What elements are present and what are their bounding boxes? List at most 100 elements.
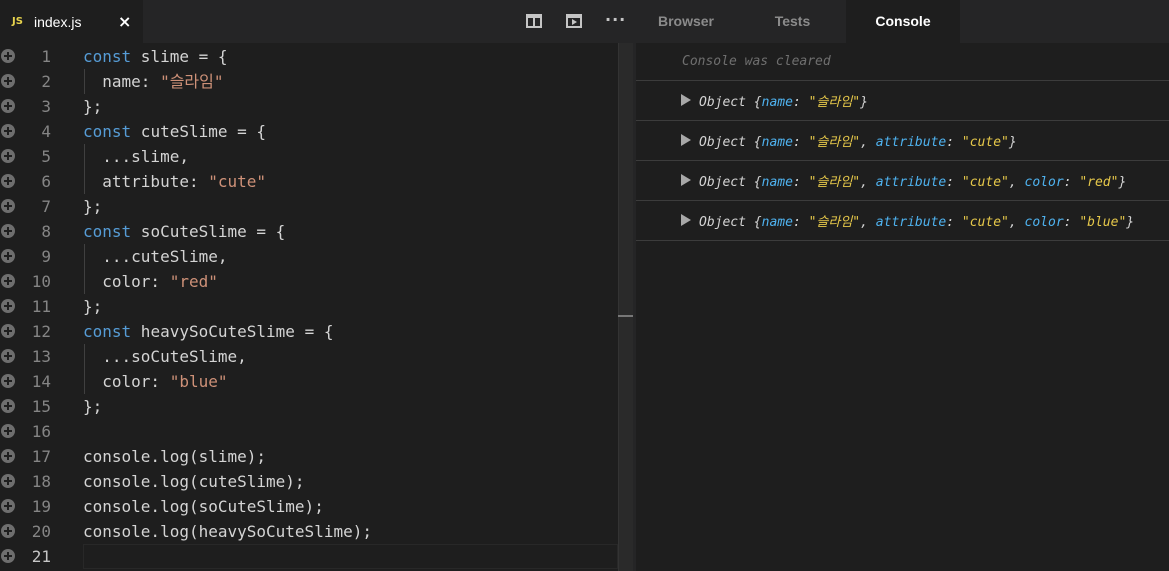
line-number: 7 xyxy=(41,197,51,216)
expand-triangle-icon[interactable] xyxy=(681,214,691,226)
code-line[interactable]: 8 const soCuteSlime = { xyxy=(0,219,618,244)
code-line[interactable]: 11}; xyxy=(0,294,618,319)
open-preview-icon[interactable] xyxy=(565,12,583,30)
code-token: "blue" xyxy=(169,372,228,391)
more-actions-icon[interactable]: ··· xyxy=(605,10,627,29)
tab-tests[interactable]: Tests xyxy=(745,0,840,43)
expand-triangle-icon[interactable] xyxy=(681,134,691,146)
editor-scrollbar[interactable] xyxy=(618,43,633,571)
console-token: "cute" xyxy=(961,175,1009,190)
code-line[interactable]: 20 console.log(heavySoCuteSlime); xyxy=(0,519,618,544)
fold-marker-icon[interactable] xyxy=(1,99,15,113)
line-number: 8 xyxy=(41,222,51,241)
fold-marker-icon[interactable] xyxy=(1,174,15,188)
expand-triangle-icon[interactable] xyxy=(681,174,691,186)
tab-browser[interactable]: Browser xyxy=(636,0,736,43)
code-line[interactable]: 18 console.log(cuteSlime); xyxy=(0,469,618,494)
console-token: : xyxy=(1063,175,1080,190)
code-line[interactable]: 10 color: "red" xyxy=(0,269,618,294)
console-log-entry[interactable]: Object {name: "슬라임", attribute: "cute", … xyxy=(636,201,1169,240)
fold-marker-icon[interactable] xyxy=(1,474,15,488)
console-token: name xyxy=(761,215,793,230)
code-line[interactable]: 13 ...soCuteSlime, xyxy=(0,344,618,369)
fold-marker-icon[interactable] xyxy=(1,424,15,438)
console-token: , xyxy=(860,215,876,230)
fold-marker-icon[interactable] xyxy=(1,74,15,88)
console-separator xyxy=(636,240,1169,241)
fold-marker-icon[interactable] xyxy=(1,324,15,338)
code-text: }; xyxy=(83,94,102,119)
fold-marker-icon[interactable] xyxy=(1,199,15,213)
code-text: attribute: "cute" xyxy=(83,169,266,194)
code-token: }; xyxy=(83,397,103,416)
code-line[interactable]: 15}; xyxy=(0,394,618,419)
console-cleared-message: Console was cleared xyxy=(682,54,831,69)
fold-marker-icon[interactable] xyxy=(1,524,15,538)
code-editor[interactable]: 1 const slime = {2 name: "슬라임" 3}; 4 const c… xyxy=(0,43,633,571)
code-text: const soCuteSlime = { xyxy=(83,219,285,244)
code-line[interactable]: 1 const slime = { xyxy=(0,44,618,69)
fold-marker-icon[interactable] xyxy=(1,124,15,138)
fold-marker-icon[interactable] xyxy=(1,449,15,463)
code-line[interactable]: 14 color: "blue" xyxy=(0,369,618,394)
console-log-entry[interactable]: Object {name: "슬라임"} xyxy=(636,81,1169,120)
fold-marker-icon[interactable] xyxy=(1,149,15,163)
code-token: const xyxy=(83,122,132,141)
fold-marker-icon[interactable] xyxy=(1,224,15,238)
console-token: "red" xyxy=(1079,175,1119,190)
code-line[interactable]: 3}; xyxy=(0,94,618,119)
fold-marker-icon[interactable] xyxy=(1,499,15,513)
code-token: const xyxy=(83,322,132,341)
fold-marker-icon[interactable] xyxy=(1,249,15,263)
code-line[interactable]: 21 xyxy=(0,544,618,569)
console-token: Object { xyxy=(699,175,762,190)
line-number: 17 xyxy=(31,447,51,466)
fold-marker-icon[interactable] xyxy=(1,349,15,363)
js-file-icon: JS xyxy=(12,16,23,27)
close-icon[interactable]: × xyxy=(118,12,131,31)
code-token: console.log(slime); xyxy=(83,447,267,466)
console-token: "cute" xyxy=(961,215,1009,230)
code-token: }; xyxy=(83,297,103,316)
code-token: }; xyxy=(83,97,103,116)
expand-triangle-icon[interactable] xyxy=(681,94,691,106)
line-number: 6 xyxy=(41,172,51,191)
fold-marker-icon[interactable] xyxy=(1,49,15,63)
fold-marker-icon[interactable] xyxy=(1,299,15,313)
code-line[interactable]: 17 console.log(slime); xyxy=(0,444,618,469)
console-log-entry[interactable]: Object {name: "슬라임", attribute: "cute"} xyxy=(636,121,1169,160)
fold-marker-icon[interactable] xyxy=(1,374,15,388)
fold-marker-icon[interactable] xyxy=(1,399,15,413)
code-text: name: "슬라임" xyxy=(83,69,224,94)
console-log-entry[interactable]: Object {name: "슬라임", attribute: "cute", … xyxy=(636,161,1169,200)
code-line[interactable]: 19 console.log(soCuteSlime); xyxy=(0,494,618,519)
split-editor-icon[interactable] xyxy=(525,12,543,30)
fold-marker-icon[interactable] xyxy=(1,549,15,563)
line-number: 2 xyxy=(41,72,51,91)
file-tab-index-js[interactable]: JS index.js × xyxy=(0,0,143,43)
code-line[interactable]: 6 attribute: "cute" xyxy=(0,169,618,194)
line-number: 18 xyxy=(31,472,51,491)
code-line[interactable]: 16 xyxy=(0,419,618,444)
console-object-preview: Object {name: "슬라임", attribute: "cute", … xyxy=(699,211,1134,230)
code-token: "슬라임" xyxy=(160,72,224,91)
code-token: ...slime, xyxy=(83,147,189,166)
fold-marker-icon[interactable] xyxy=(1,274,15,288)
console-token: "cute" xyxy=(961,135,1009,150)
code-line[interactable]: 2 name: "슬라임" xyxy=(0,69,618,94)
console-token: } xyxy=(1126,215,1135,230)
console-token: } xyxy=(860,95,868,110)
code-line[interactable]: 5 ...slime, xyxy=(0,144,618,169)
console-token: color xyxy=(1024,175,1064,190)
code-line[interactable]: 12 const heavySoCuteSlime = { xyxy=(0,319,618,344)
tab-console[interactable]: Console xyxy=(846,0,960,43)
code-text: }; xyxy=(83,294,102,319)
code-token: name: xyxy=(83,72,161,91)
file-tab-label: index.js xyxy=(34,14,82,30)
code-text: }; xyxy=(83,194,102,219)
code-token: console.log(soCuteSlime); xyxy=(83,497,324,516)
code-line[interactable]: 7}; xyxy=(0,194,618,219)
console-token: color xyxy=(1024,215,1064,230)
code-line[interactable]: 9 ...cuteSlime, xyxy=(0,244,618,269)
code-line[interactable]: 4 const cuteSlime = { xyxy=(0,119,618,144)
